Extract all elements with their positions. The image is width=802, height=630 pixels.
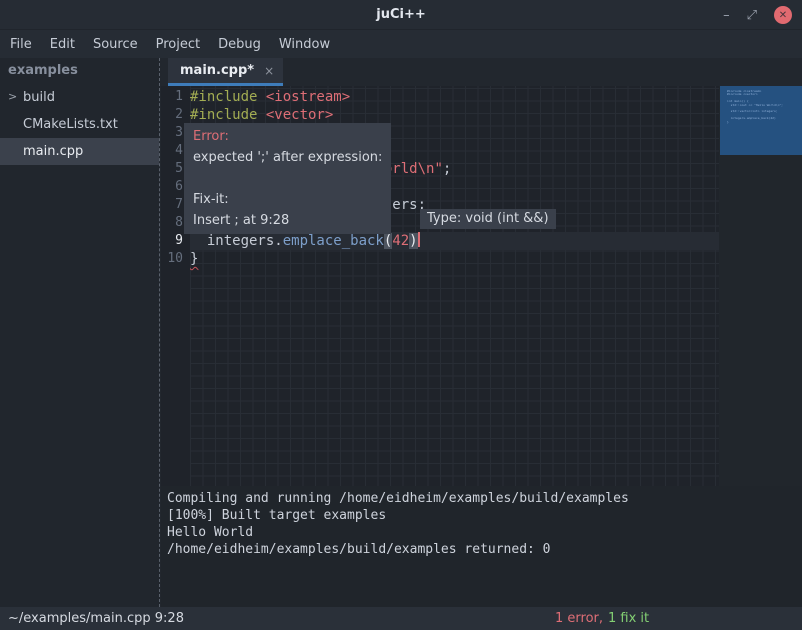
tree-item-label: CMakeLists.txt — [23, 117, 118, 132]
tree-item-build[interactable]: > build — [0, 84, 159, 111]
file-tree: > build CMakeLists.txt main.cpp — [0, 84, 159, 165]
text-cursor — [418, 232, 420, 247]
editor-zone: 1#include <iostream>2#include <vector>34… — [161, 86, 802, 486]
fixit-title: Fix-it: — [193, 189, 382, 210]
statusbar: ~/examples/main.cpp 9:28 1 error, 1 fix i… — [0, 607, 802, 630]
minimap-view[interactable]: #include <iostream>#include <vector>int … — [720, 86, 802, 155]
menu-debug[interactable]: Debug — [218, 37, 261, 52]
output-line: [100%] Built target examples — [167, 507, 802, 524]
type-tooltip: Type: void (int &&) — [420, 209, 556, 229]
minimap-scrollbar[interactable]: #include <iostream>#include <vector>int … — [719, 86, 802, 486]
output-line: Compiling and running /home/eidheim/exam… — [167, 490, 802, 507]
line-number: 1 — [161, 88, 190, 106]
menubar: File Edit Source Project Debug Window — [0, 30, 802, 58]
chevron-right-icon[interactable]: > — [8, 91, 17, 102]
menu-window[interactable]: Window — [279, 37, 330, 52]
close-icon[interactable]: ✕ — [774, 6, 792, 24]
line-number: 9 — [161, 232, 190, 250]
fixit-count: 1 fix it — [608, 611, 649, 626]
tree-item-main-cpp[interactable]: main.cpp — [0, 138, 159, 165]
status-location: ~/examples/main.cpp 9:28 — [8, 611, 184, 626]
restore-icon[interactable]: ⤢ — [747, 9, 757, 22]
menu-edit[interactable]: Edit — [50, 37, 75, 52]
code-text: #include <vector> — [190, 106, 719, 124]
juci-window: juCi++ – ⤢ ✕ File Edit Source Project Debug W… — [0, 0, 802, 630]
minimize-icon[interactable]: – — [723, 9, 730, 22]
sidebar: examples > build CMakeLists.txt main.cpp — [0, 58, 159, 607]
error-tooltip-title: Error: — [193, 126, 382, 147]
menu-file[interactable]: File — [10, 37, 32, 52]
error-tooltip-message: expected ';' after expression: — [193, 147, 382, 168]
code-line-10: 10} — [161, 250, 719, 268]
code-line-9: 9 integers.emplace_back(42) — [161, 232, 719, 250]
tab-label: main.cpp* — [180, 63, 254, 78]
project-name: examples — [0, 58, 159, 84]
tab-close-icon[interactable]: × — [264, 64, 274, 78]
diagnostics-summary: 1 error, 1 fix it — [555, 611, 649, 626]
editor-pane: main.cpp* × 1#include <iostream>2#includ… — [161, 58, 802, 607]
output-panel[interactable]: Compiling and running /home/eidheim/exam… — [161, 486, 802, 607]
tree-item-cmakelists-txt[interactable]: CMakeLists.txt — [0, 111, 159, 138]
line-number: 2 — [161, 106, 190, 124]
menu-source[interactable]: Source — [93, 37, 138, 52]
code-line-2: 2#include <vector> — [161, 106, 719, 124]
window-title: juCi++ — [376, 7, 426, 22]
code-editor[interactable]: 1#include <iostream>2#include <vector>34… — [161, 86, 719, 486]
code-text: } — [190, 250, 719, 268]
output-line: /home/eidheim/examples/build/examples re… — [167, 541, 802, 558]
line-number: 10 — [161, 250, 190, 268]
tooltip-spacer — [193, 168, 382, 189]
tree-item-label: main.cpp — [23, 144, 83, 159]
output-line: Hello World — [167, 524, 802, 541]
error-tooltip: Error: expected ';' after expression: Fi… — [184, 123, 391, 234]
code-text: #include <iostream> — [190, 88, 719, 106]
window-controls: – ⤢ ✕ — [723, 0, 792, 30]
tab-main-cpp[interactable]: main.cpp* × — [168, 58, 283, 86]
error-count: 1 error, — [555, 611, 603, 626]
code-text: integers.emplace_back(42) — [190, 232, 719, 250]
fixit-text: Insert ; at 9:28 — [193, 210, 382, 231]
main-area: examples > build CMakeLists.txt main.cpp ma… — [0, 58, 802, 607]
tabbar: main.cpp* × — [161, 58, 802, 86]
code-line-1: 1#include <iostream> — [161, 88, 719, 106]
tree-item-label: build — [23, 90, 55, 105]
titlebar[interactable]: juCi++ – ⤢ ✕ — [0, 0, 802, 30]
menu-project[interactable]: Project — [156, 37, 200, 52]
